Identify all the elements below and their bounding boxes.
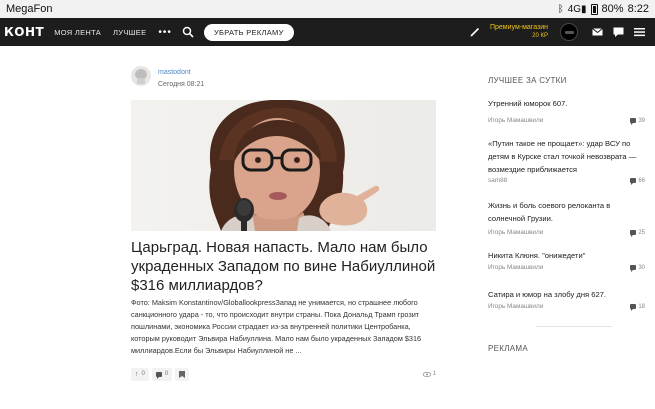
- comment-icon: [630, 230, 637, 237]
- user-avatar[interactable]: [560, 23, 578, 41]
- best-item[interactable]: «Путин такое не прощает»: удар ВСУ по де…: [488, 137, 645, 185]
- nav-my-feed[interactable]: МОЯ ЛЕНТА: [54, 28, 101, 37]
- nav-best[interactable]: ЛУЧШЕЕ: [113, 28, 146, 37]
- post-image[interactable]: [131, 100, 436, 231]
- clock: 8:22: [627, 3, 649, 15]
- signal-icon: 4G▮: [567, 3, 587, 15]
- best-item-comments: 18: [630, 304, 645, 311]
- sidebar-divider: [536, 326, 612, 327]
- site-logo[interactable]: КОНТ: [4, 25, 44, 39]
- more-menu-icon[interactable]: •••: [158, 27, 172, 38]
- carrier-name: MegaFon: [6, 3, 53, 15]
- author-avatar[interactable]: [131, 66, 151, 86]
- best-item[interactable]: Утренний юморок 607. Игорь Мамашвили 39: [488, 97, 645, 125]
- status-icons: ᛒ 4G▮ 80% 8:22: [558, 3, 649, 15]
- comment-count: 0: [164, 371, 169, 377]
- search-icon[interactable]: [182, 26, 194, 38]
- comment-icon: [630, 118, 637, 125]
- post-actions: ↑ 0 0 1: [131, 367, 436, 381]
- battery-icon: [590, 3, 598, 15]
- arrow-up-icon: ↑: [135, 370, 139, 378]
- best-item-comments: 30: [630, 265, 645, 272]
- status-bar: MegaFon ᛒ 4G▮ 80% 8:22: [0, 0, 655, 18]
- best-item-author[interactable]: Игорь Мамашвили: [488, 229, 630, 236]
- bookmark-button[interactable]: [175, 367, 190, 381]
- best-item-author[interactable]: sam88: [488, 177, 630, 184]
- write-post-icon[interactable]: [470, 27, 480, 37]
- best-item-title[interactable]: Никита Клюня. "онижедети": [488, 249, 645, 262]
- best-item-comments: 25: [630, 230, 645, 237]
- premium-label: Премиум-магазин: [489, 24, 548, 31]
- author-name[interactable]: mastodont: [158, 69, 204, 76]
- chat-icon[interactable]: [613, 27, 624, 37]
- best-item-title[interactable]: Утренний юморок 607.: [488, 97, 645, 110]
- comment-icon: [630, 265, 637, 272]
- best-item-title[interactable]: Жизнь и боль соевого релоканта в солнечн…: [488, 199, 645, 225]
- comment-icon: [630, 304, 637, 311]
- post-title[interactable]: Царьград. Новая напасть. Мало нам было у…: [131, 238, 436, 295]
- menu-icon[interactable]: [634, 27, 645, 37]
- best-item-author[interactable]: Игорь Мамашвили: [488, 117, 630, 124]
- best-item-title[interactable]: «Путин такое не прощает»: удар ВСУ по де…: [488, 137, 645, 176]
- post-time: Сегодня 08:21: [158, 81, 205, 88]
- best-item[interactable]: Никита Клюня. "онижедети" Игорь Мамашвил…: [488, 249, 645, 272]
- premium-shop-link[interactable]: Премиум-магазин 20 КР: [490, 23, 548, 41]
- battery-level: 80%: [601, 3, 624, 15]
- remove-ads-button[interactable]: УБРАТЬ РЕКЛАМУ: [203, 23, 294, 41]
- best-item[interactable]: Сатира и юмор на злобу дня 627. Игорь Ма…: [488, 288, 645, 311]
- comment-icon: [630, 178, 637, 185]
- comments-button[interactable]: 0: [151, 367, 173, 381]
- best-item-comments: 66: [630, 178, 645, 185]
- eye-icon: [422, 371, 431, 377]
- post-excerpt: Фото: Maksim Konstantinov/Globallookpres…: [131, 298, 422, 355]
- post-card: mastodont Сегодня 08:21 Царьград. Новая …: [131, 66, 436, 381]
- best-item-title[interactable]: Сатира и юмор на злобу дня 627.: [488, 288, 645, 301]
- best-of-day-heading: ЛУЧШЕЕ ЗА СУТКИ: [488, 76, 567, 85]
- best-item-author[interactable]: Игорь Мамашвили: [488, 264, 630, 271]
- view-count: 1: [422, 371, 436, 377]
- comment-icon: [155, 371, 162, 379]
- premium-balance: 20 КР: [532, 33, 548, 39]
- bookmark-icon: [179, 370, 186, 378]
- best-item-comments: 39: [630, 118, 645, 125]
- best-item-author[interactable]: Игорь Мамашвили: [488, 303, 630, 310]
- post-photo-illustration: [131, 100, 436, 231]
- bluetooth-icon: ᛒ: [557, 3, 564, 15]
- ads-heading: РЕКЛАМА: [488, 344, 529, 353]
- like-count: 0: [141, 371, 145, 377]
- mail-icon[interactable]: [592, 27, 603, 37]
- site-nav: КОНТ МОЯ ЛЕНТА ЛУЧШЕЕ ••• УБРАТЬ РЕКЛАМУ…: [0, 18, 655, 46]
- like-button[interactable]: ↑ 0: [131, 367, 149, 381]
- best-item[interactable]: Жизнь и боль соевого релоканта в солнечн…: [488, 199, 645, 237]
- post-author-row: mastodont Сегодня 08:21: [131, 66, 436, 96]
